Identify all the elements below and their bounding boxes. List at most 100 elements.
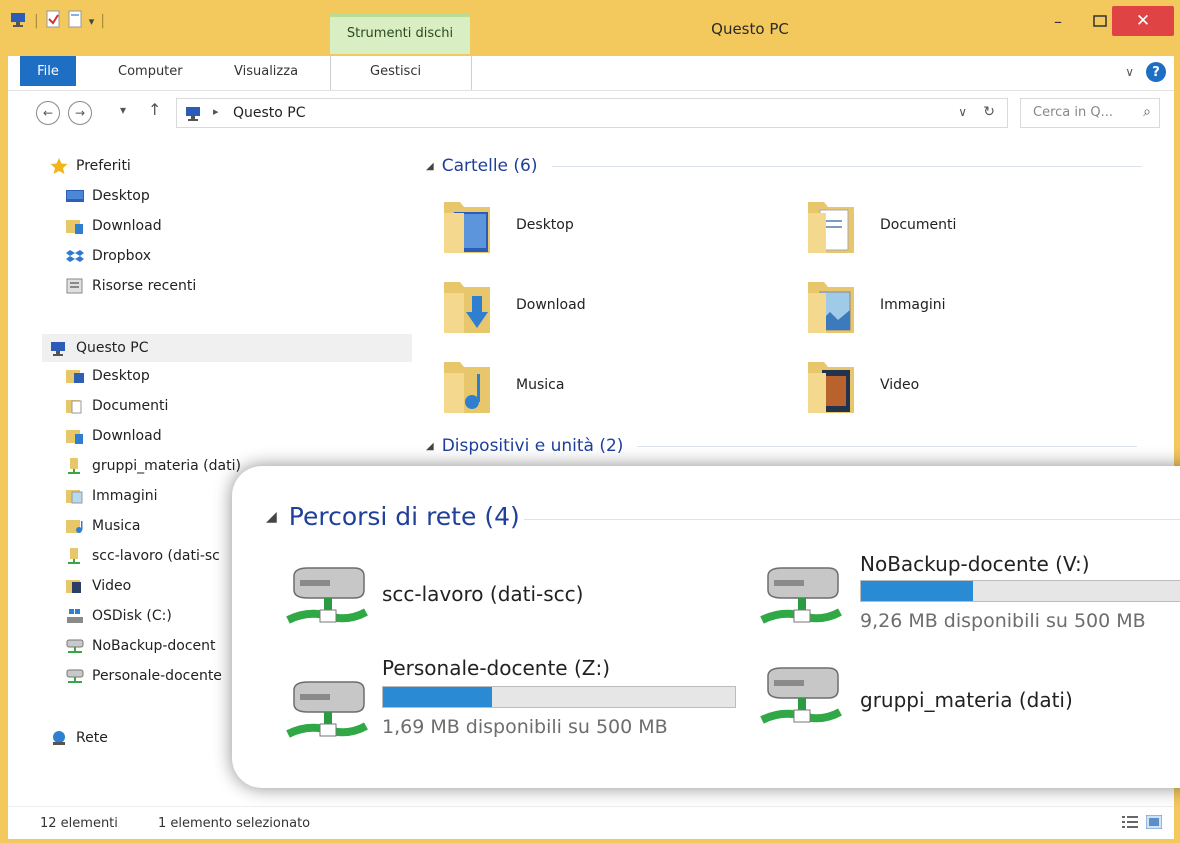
nav-item-preferiti[interactable]: Preferiti [50, 158, 131, 174]
windows-drive-icon [66, 608, 84, 624]
nav-item-label: NoBackup-docent [92, 638, 216, 654]
computer-icon [10, 11, 28, 31]
details-view-icon[interactable] [1122, 815, 1138, 829]
pictures-folder-icon [66, 488, 84, 504]
nav-item-pc-documenti[interactable]: Documenti [66, 398, 168, 414]
nav-item-risorse-recenti[interactable]: Risorse recenti [66, 278, 196, 294]
documents-folder-icon [808, 202, 854, 253]
drive-free-space: 1,69 MB disponibili su 500 MB [382, 716, 668, 738]
folder-label: Desktop [516, 217, 574, 233]
network-drive-icon [286, 681, 368, 738]
view-switcher [1122, 815, 1162, 829]
up-button[interactable]: ↑ [148, 100, 161, 119]
network-drive-icon [66, 668, 84, 684]
nav-item-pc-download[interactable]: Download [66, 428, 162, 444]
nav-item-pc-osdisk[interactable]: OSDisk (C:) [66, 608, 172, 624]
nav-item-label: Download [92, 218, 162, 234]
nav-item-pc-desktop[interactable]: Desktop [66, 368, 150, 384]
nav-item-label: gruppi_materia (dati) [92, 458, 241, 474]
nav-item-desktop[interactable]: Desktop [66, 188, 150, 204]
group-divider [637, 445, 1138, 447]
network-drive-personale[interactable] [284, 680, 370, 754]
large-icons-view-icon[interactable] [1146, 815, 1162, 829]
nav-item-pc-immagini[interactable]: Immagini [66, 488, 158, 504]
search-icon: ⌕ [1143, 104, 1151, 120]
group-percorsi-di-rete[interactable]: ◢ Percorsi di rete (4) [266, 502, 520, 531]
collapse-icon[interactable]: ◢ [426, 161, 434, 172]
nav-item-pc-video[interactable]: Video [66, 578, 131, 594]
drive-usage-bar [860, 580, 1180, 602]
nav-item-label: Personale-docente [92, 668, 222, 684]
network-drive-icon [760, 667, 842, 724]
breadcrumb[interactable]: Questo PC [233, 105, 306, 121]
nav-item-label: Download [92, 428, 162, 444]
nav-item-label: OSDisk (C:) [92, 608, 172, 624]
nav-item-pc-scc-lavoro[interactable]: scc-lavoro (dati-sc [66, 548, 220, 564]
nav-item-rete[interactable]: Rete [50, 730, 108, 746]
new-folder-icon[interactable] [67, 10, 83, 32]
folder-immagini[interactable]: Immagini [806, 274, 946, 336]
star-icon [50, 158, 68, 174]
drive-usage-fill [861, 581, 973, 601]
minimize-button[interactable]: – [1038, 6, 1078, 36]
network-drive-scc-lavoro[interactable] [284, 566, 370, 640]
nav-item-pc-nobackup[interactable]: NoBackup-docent [66, 638, 216, 654]
forward-button[interactable]: → [68, 101, 92, 125]
network-drive-gruppi-materia[interactable] [758, 666, 844, 740]
separator: | [34, 13, 39, 29]
tab-gestisci[interactable]: Gestisci [370, 64, 421, 79]
folder-download[interactable]: Download [442, 274, 586, 336]
item-count: 12 elementi [40, 816, 118, 831]
properties-icon[interactable] [45, 10, 61, 32]
nav-item-dropbox[interactable]: Dropbox [66, 248, 151, 264]
nav-item-pc-gruppi-materia[interactable]: gruppi_materia (dati) [66, 458, 241, 474]
tab-visualizza[interactable]: Visualizza [234, 64, 298, 79]
nav-item-label: Questo PC [76, 340, 149, 356]
expand-ribbon-icon[interactable]: ∨ [1125, 65, 1134, 79]
folder-desktop[interactable]: Desktop [442, 194, 574, 256]
collapse-icon[interactable]: ◢ [266, 509, 277, 525]
network-locations-zoom: ◢ Percorsi di rete (4) scc-lavoro (dati-… [232, 466, 1180, 788]
folder-label: Musica [516, 377, 565, 393]
folder-musica[interactable]: Musica [442, 354, 564, 416]
folder-documenti[interactable]: Documenti [806, 194, 956, 256]
search-input[interactable]: Cerca in Q... ⌕ [1020, 98, 1160, 128]
help-icon[interactable]: ? [1146, 62, 1166, 82]
group-cartelle[interactable]: ◢ Cartelle (6) [426, 156, 1142, 176]
drive-name: scc-lavoro (dati-scc) [382, 582, 584, 606]
folder-label: Immagini [880, 297, 946, 313]
network-drive-icon [286, 567, 368, 624]
nav-item-pc-musica[interactable]: Musica [66, 518, 140, 534]
recent-locations-icon[interactable]: ▾ [120, 103, 126, 117]
group-header-label: Cartelle (6) [441, 156, 538, 176]
group-divider [524, 519, 1180, 520]
tab-computer[interactable]: Computer [118, 64, 183, 79]
tab-file[interactable]: File [20, 56, 76, 86]
group-dispositivi[interactable]: ◢ Dispositivi e unità (2) [426, 436, 1138, 456]
folder-label: Video [880, 377, 920, 393]
nav-item-pc-personale[interactable]: Personale-docente [66, 668, 222, 684]
folder-video[interactable]: Video [806, 354, 919, 416]
dropbox-icon [66, 248, 84, 264]
music-folder-icon [444, 362, 490, 413]
address-dropdown-icon[interactable]: ∨ [958, 105, 967, 119]
computer-icon [50, 340, 68, 356]
separator: | [100, 13, 105, 29]
address-bar[interactable]: ▸ Questo PC ∨ ↻ [176, 98, 1008, 128]
back-button[interactable]: ← [36, 101, 60, 125]
close-button[interactable]: ✕ [1112, 6, 1174, 36]
music-folder-icon [66, 518, 84, 534]
breadcrumb-chevron-icon[interactable]: ▸ [213, 105, 219, 118]
drive-name: Personale-docente (Z:) [382, 656, 610, 680]
nav-item-questo-pc[interactable]: Questo PC [42, 334, 412, 362]
nav-item-download[interactable]: Download [66, 218, 162, 234]
customize-qat-icon[interactable]: ▾ [89, 15, 95, 28]
collapse-icon[interactable]: ◢ [426, 441, 434, 452]
selection-count: 1 elemento selezionato [158, 816, 311, 831]
nav-item-label: Dropbox [92, 248, 151, 264]
refresh-icon[interactable]: ↻ [983, 104, 995, 120]
network-drive-nobackup[interactable] [758, 566, 844, 640]
folder-label: Download [516, 297, 586, 313]
documents-folder-icon [66, 398, 84, 414]
ribbon-right-controls: ∨ ? [1125, 62, 1166, 82]
